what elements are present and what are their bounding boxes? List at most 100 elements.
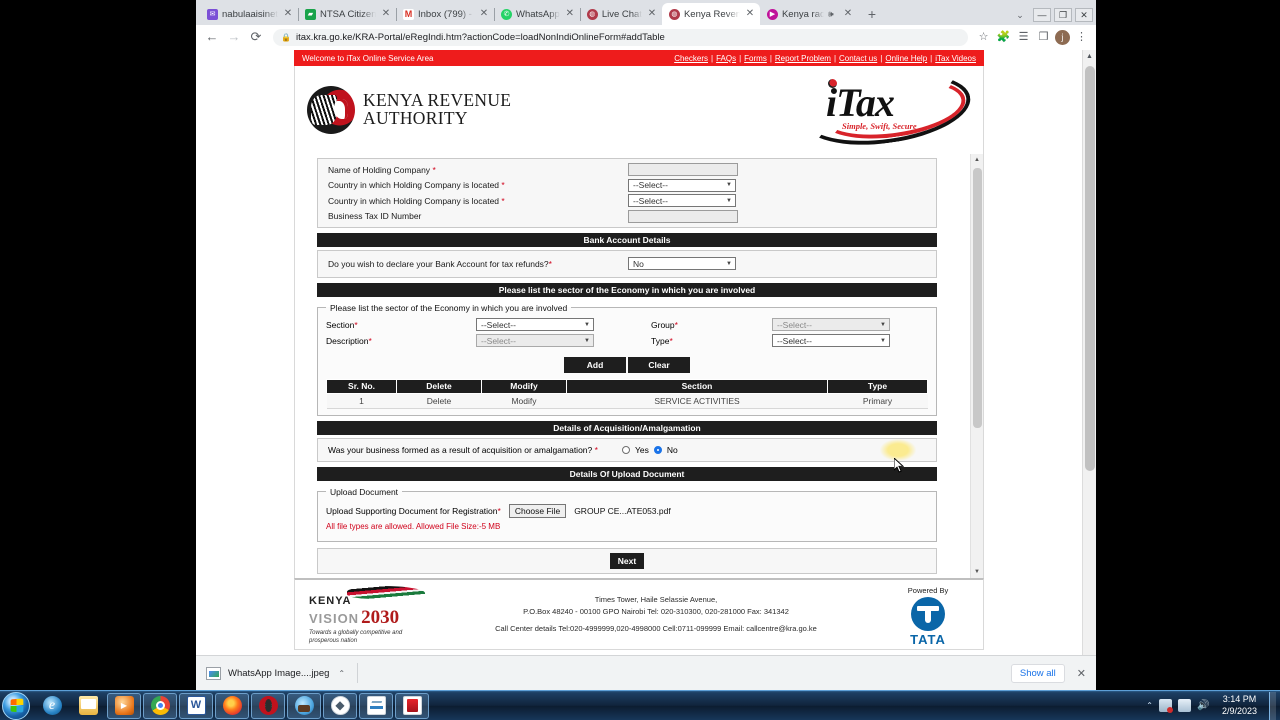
tab-close-icon[interactable]: ✕ [842, 8, 854, 20]
tab-title: Live Chat [601, 8, 642, 20]
window-maximize-button[interactable]: ❐ [1054, 8, 1072, 22]
tab-title: WhatsApp [516, 8, 560, 20]
cell-delete-link[interactable]: Delete [396, 393, 482, 408]
radio-acquisition-no[interactable] [653, 445, 662, 454]
download-item[interactable]: WhatsApp Image....jpeg ⌃ [206, 666, 345, 680]
form-scrollbar-thumb[interactable] [973, 168, 982, 428]
chevron-up-icon[interactable]: ⌃ [338, 669, 345, 678]
page-scroll-up-arrow-icon[interactable]: ▲ [1083, 50, 1096, 64]
link-online-help[interactable]: Online Help [885, 54, 927, 63]
sector-description-select[interactable]: --Select-- ▼ [476, 334, 594, 347]
table-row: 1 Delete Modify SERVICE ACTIVITIES Prima… [326, 393, 928, 408]
taskbar-mozilla-firefox[interactable] [215, 692, 249, 719]
col-delete: Delete [396, 378, 482, 394]
table-header-row: Sr. No. Delete Modify Section Type [326, 378, 928, 394]
required-marker: * [501, 180, 505, 191]
side-panel-icon[interactable]: ❒ [1035, 29, 1052, 46]
link-checkers[interactable]: Checkers [674, 54, 708, 63]
tab-close-icon[interactable]: ✕ [564, 8, 576, 20]
sector-fieldset-legend: Please list the sector of the Economy in… [330, 302, 568, 313]
browser-tab-live-chat[interactable]: ◍ Live Chat ✕ [580, 3, 663, 25]
chosen-file-name: GROUP CE...ATE053.pdf [574, 505, 671, 516]
upload-note: All file types are allowed. Allowed File… [326, 521, 501, 531]
page-scrollbar[interactable]: ▲ ▼ [1082, 50, 1096, 690]
tab-close-icon[interactable]: ✕ [380, 8, 392, 20]
display-icon[interactable] [1177, 699, 1191, 712]
browser-tab-kenya-revenue[interactable]: ◍ Kenya Revenue ✕ [661, 3, 760, 25]
holding-company-name-input[interactable] [628, 163, 738, 177]
business-tax-id-input[interactable] [628, 209, 738, 223]
radio-label-yes: Yes [634, 444, 649, 455]
new-tab-button[interactable]: + [862, 4, 882, 24]
form-scroll-down-arrow-icon[interactable]: ▼ [971, 566, 983, 578]
extensions-icon[interactable]: 🧩 [995, 29, 1012, 46]
tab-close-icon[interactable]: ✕ [744, 8, 756, 20]
bank-declare-select[interactable]: No ▼ [628, 257, 736, 271]
avatar[interactable]: j [1055, 29, 1070, 45]
radio-acquisition-yes[interactable] [621, 445, 630, 454]
field-label: Name of Holding Company * [328, 164, 436, 175]
link-contact-us[interactable]: Contact us [839, 54, 877, 63]
taskbar-google-chrome[interactable] [143, 692, 177, 719]
tab-title: Kenya radio [781, 8, 824, 20]
taskbar-internet-explorer[interactable] [35, 693, 69, 719]
browser-tab-inbox[interactable]: M Inbox (799) - jos ✕ [396, 3, 495, 25]
field-label: Country in which Holding Company is loca… [328, 195, 505, 206]
window-close-button[interactable]: ✕ [1075, 8, 1093, 22]
itax-page: Welcome to iTax Online Service Area Chec… [196, 50, 1082, 690]
sector-type-select[interactable]: --Select-- ▼ [772, 334, 890, 347]
cell-modify-link[interactable]: Modify [481, 393, 567, 408]
tab-close-icon[interactable]: ✕ [478, 8, 490, 20]
network-icon[interactable] [1158, 699, 1173, 713]
field-label: Do you wish to declare your Bank Account… [328, 258, 552, 269]
show-hidden-icons-icon[interactable]: ⌃ [1146, 701, 1153, 710]
taskbar-skype[interactable] [287, 692, 321, 719]
clear-button[interactable]: Clear [628, 356, 690, 373]
holding-country-select-1[interactable]: --Select-- ▼ [628, 178, 736, 192]
browser-tab-kenya-radio[interactable]: ▶ Kenya radio 🕪 ✕ [760, 3, 858, 25]
tab-close-icon[interactable]: ✕ [646, 8, 658, 20]
window-minimize-button[interactable]: — [1033, 8, 1051, 22]
tab-audio-playing-icon[interactable]: 🕪 [828, 9, 838, 20]
form-scrollbar[interactable]: ▲ ▼ [970, 154, 983, 578]
tab-search-chevron-icon[interactable]: ⌄ [1009, 10, 1031, 21]
taskbar-adobe-reader[interactable] [395, 692, 429, 719]
forward-button[interactable]: → [224, 27, 244, 47]
browser-tab-whatsapp[interactable]: ✆ WhatsApp ✕ [494, 3, 581, 25]
back-button[interactable]: ← [202, 27, 222, 47]
show-desktop-button[interactable] [1269, 691, 1276, 720]
browser-tab-ntsa[interactable]: ▰ NTSA Citizen Se ✕ [298, 3, 397, 25]
start-button[interactable] [2, 691, 30, 720]
star-icon[interactable]: ☆ [975, 29, 992, 46]
sector-section-select[interactable]: --Select-- ▼ [476, 318, 594, 331]
taskbar-clock[interactable]: 3:14 PM 2/9/2023 [1216, 694, 1263, 717]
reading-list-icon[interactable]: ☰ [1015, 29, 1032, 46]
required-marker: * [594, 444, 598, 455]
add-button[interactable]: Add [564, 356, 626, 373]
tab-close-icon[interactable]: ✕ [282, 8, 294, 20]
sector-group-select[interactable]: --Select-- ▼ [772, 318, 890, 331]
taskbar-microsoft-word[interactable] [179, 692, 213, 719]
taskbar-opera[interactable] [251, 692, 285, 719]
taskbar-windows-media-player[interactable] [107, 692, 141, 719]
scanner-app-icon [366, 696, 386, 715]
next-button[interactable]: Next [610, 552, 644, 569]
show-all-downloads-button[interactable]: Show all [1010, 663, 1065, 683]
taskbar-scanner-app[interactable] [359, 692, 393, 719]
address-bar[interactable]: 🔒 itax.kra.go.ke/KRA-Portal/eRegIndi.htm… [273, 28, 968, 46]
volume-icon[interactable] [1197, 699, 1210, 712]
link-faqs[interactable]: FAQs [716, 54, 736, 63]
link-itax-videos[interactable]: iTax Videos [935, 54, 976, 63]
browser-tab-nabulaaisinetse[interactable]: ✉ nabulaaisinetse ✕ [200, 3, 299, 25]
choose-file-button[interactable]: Choose File [508, 503, 567, 518]
taskbar-file-explorer[interactable] [71, 693, 105, 719]
holding-country-select-2[interactable]: --Select-- ▼ [628, 194, 736, 208]
chrome-menu-icon[interactable]: ⋮ [1073, 29, 1090, 46]
reload-button[interactable]: ⟳ [246, 27, 266, 47]
link-forms[interactable]: Forms [744, 54, 767, 63]
taskbar-layers-app[interactable] [323, 692, 357, 719]
link-report-problem[interactable]: Report Problem [775, 54, 831, 63]
form-scroll-up-arrow-icon[interactable]: ▲ [971, 154, 983, 166]
close-download-bar-icon[interactable]: ✕ [1077, 667, 1086, 680]
page-scrollbar-thumb[interactable] [1085, 66, 1095, 471]
